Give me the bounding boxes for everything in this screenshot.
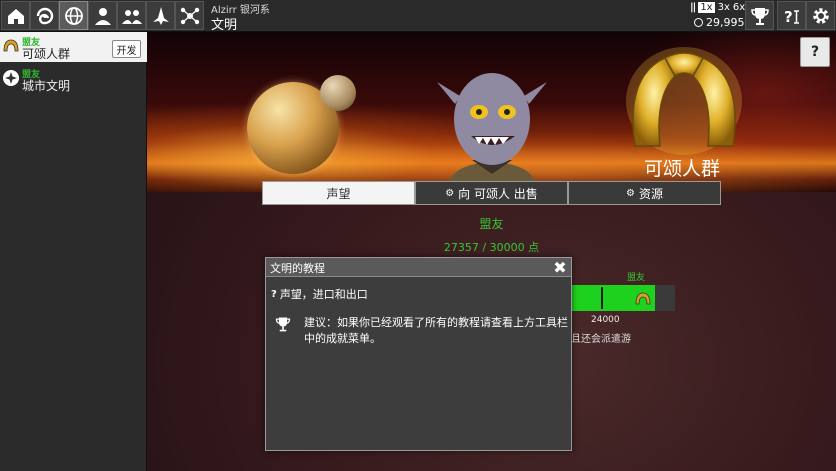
threshold-label: 盟友 [627, 273, 646, 283]
speed-1x-button[interactable]: 1x [698, 2, 715, 13]
civ-banner: 可颂人群 ? [147, 32, 836, 192]
pause-button[interactable]: || [690, 2, 696, 13]
credits-icon [694, 18, 703, 27]
speed-6x-button[interactable]: 6x [733, 2, 745, 13]
tutorial-icon: ? [271, 288, 277, 300]
credits-value: 29,995 [706, 16, 745, 29]
reputation-status: 盟友 [479, 217, 504, 231]
city-civ-icon [3, 70, 19, 86]
tab-label: 声望 [326, 186, 351, 201]
threshold-value: 24000 [591, 315, 620, 325]
tutorial-topic: 声望，进口和出口 [279, 288, 368, 301]
alien-portrait [437, 73, 547, 192]
civ-name: 可颂人群 [22, 47, 71, 61]
close-icon[interactable]: ✖ [551, 258, 569, 277]
reputation-points: 27357 / 30000 点 [443, 241, 540, 254]
civ-tabs: 声望 ⚙ 向 可颂人 出售 ⚙ 资源 [262, 181, 721, 205]
home-icon[interactable] [1, 1, 30, 30]
tab-label: 向 可颂人 出售 [458, 186, 538, 201]
reputation-description: 且还会派遣游 [571, 334, 631, 345]
dialog-header: 文明的教程 ✖ [266, 258, 571, 277]
tutorial-dialog: 文明的教程 ✖ ? 声望，进口和出口 建议：如果你已经观看了所有的教程请查看上方… [265, 257, 572, 451]
tip-text: 建议：如果你已经观看了所有的教程请查看上方工具栏中的成就菜单。 [304, 316, 568, 345]
civ-item-croissant[interactable]: 盟友 可颂人群 开发 [0, 32, 147, 62]
help-label: ? [810, 44, 820, 60]
empire-leader-icon[interactable] [88, 1, 117, 30]
threshold-marker [601, 287, 603, 309]
croissant-emblem-icon [626, 47, 742, 155]
tab-reputation[interactable]: 声望 [262, 181, 415, 205]
help-button[interactable]: ? [800, 37, 830, 67]
trophy-icon[interactable] [745, 1, 774, 30]
top-toolbar: Alzirr 银河系 文明 || 1x 3x 6x 29,995 ? [0, 0, 836, 33]
trade-icon: ⚙ [445, 187, 455, 199]
tab-label: 资源 [638, 186, 663, 201]
credits-display: 29,995 [694, 16, 745, 29]
settings-icon[interactable] [806, 1, 835, 30]
trophy-icon [275, 317, 291, 332]
civ-title: 可颂人群 [643, 158, 720, 180]
develop-button[interactable]: 开发 [112, 40, 141, 58]
speed-3x-button[interactable]: 3x [718, 2, 730, 13]
ally-threshold-icon [635, 292, 651, 305]
fleet-icon[interactable] [146, 1, 175, 30]
galaxy-icon[interactable] [30, 1, 59, 30]
croissant-civ-icon [3, 39, 19, 52]
dialog-title: 文明的教程 [270, 262, 325, 275]
civ-name: 城市文明 [22, 79, 71, 93]
screen-title: 文明 [211, 18, 238, 33]
people-icon[interactable] [117, 1, 146, 30]
resources-icon: ⚙ [626, 187, 635, 199]
game-speed-controls: || 1x 3x 6x [690, 2, 745, 13]
tutorial-topic-link[interactable]: ? 声望，进口和出口 [271, 286, 368, 302]
tab-sell[interactable]: ⚙ 向 可颂人 出售 [415, 181, 568, 205]
civilizations-icon[interactable] [59, 1, 88, 30]
civ-item-city[interactable]: 盟友 城市文明 [0, 64, 147, 94]
tab-resources[interactable]: ⚙ 资源 [568, 181, 721, 205]
help-icon[interactable]: ? [777, 1, 806, 30]
moon-image [320, 75, 356, 111]
civilization-list: 盟友 可颂人群 开发 盟友 城市文明 [0, 32, 147, 471]
svg-text:?: ? [784, 8, 793, 26]
network-icon[interactable] [175, 1, 204, 30]
